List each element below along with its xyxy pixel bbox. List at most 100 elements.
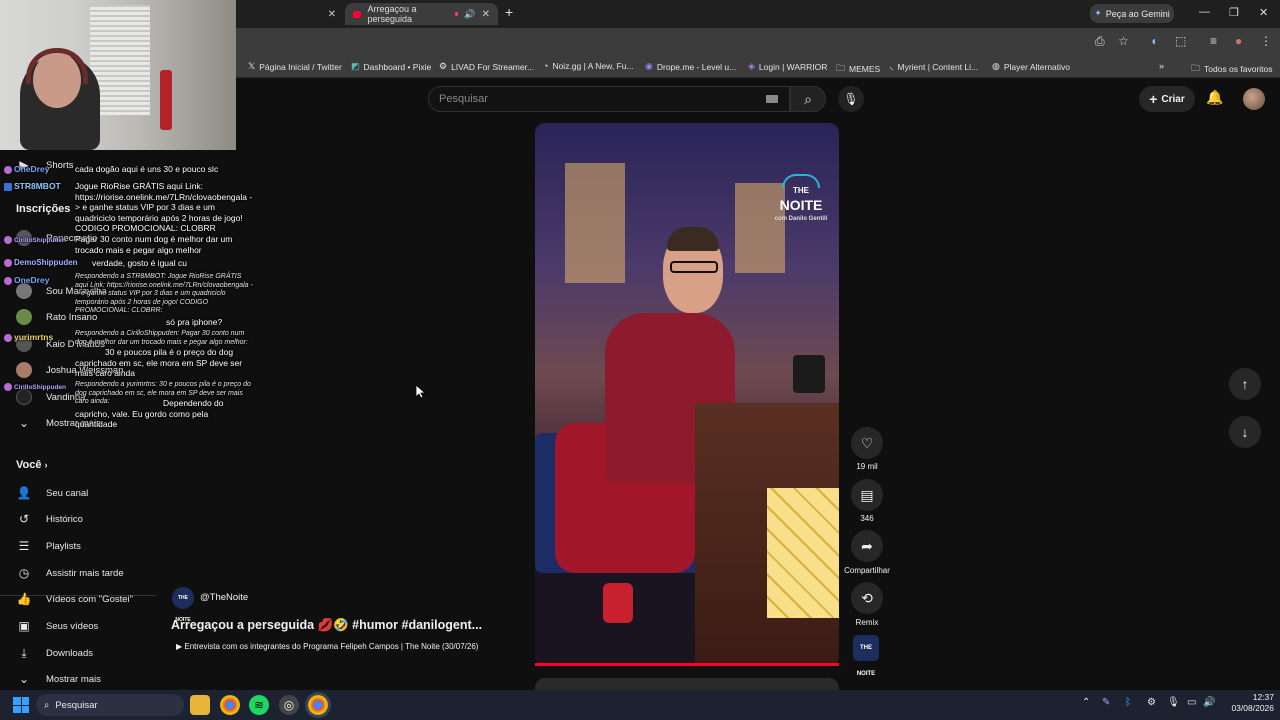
pen-icon[interactable]: ✎: [1102, 697, 1110, 708]
windows-start-icon[interactable]: [13, 697, 29, 713]
search-input[interactable]: Pesquisar: [428, 86, 790, 112]
video-title[interactable]: Arregaçou a perseguida 💋🤣 #humor #danilo…: [171, 618, 482, 633]
livad-icon: ⚙: [439, 61, 448, 71]
previous-short-button[interactable]: ↑: [1229, 368, 1261, 400]
close-window-icon[interactable]: ✕: [1259, 6, 1268, 19]
sidebar-item-liked-videos[interactable]: 👍 Vídeos com "Gostei": [16, 592, 134, 606]
taskbar-clock[interactable]: 12:37 03/08/2026: [1222, 692, 1274, 714]
steam-icon[interactable]: ⚙: [1147, 697, 1156, 708]
bot-badge-icon: [4, 182, 12, 191]
bookmark-item[interactable]: ⚙ LIVAD For Streamer...: [439, 61, 534, 72]
speaker-icon[interactable]: 🔊: [464, 9, 475, 20]
tab-title: Arregaçou a perseguida: [367, 4, 417, 24]
video-progress-bar[interactable]: [535, 663, 839, 666]
chevron-right-icon: ›: [44, 460, 48, 470]
create-button[interactable]: + Criar: [1139, 86, 1195, 112]
notifications-bell-icon[interactable]: 🔔: [1206, 89, 1223, 106]
taskbar-search-label: Pesquisar: [55, 699, 98, 711]
chat-reply-context: Respondendo a CirilloShippuden: Pagar 30…: [75, 330, 248, 346]
the-noite-logo: THE NOITE com Danilo Gentili: [770, 176, 832, 226]
network-icon[interactable]: ▭: [1187, 697, 1196, 708]
sidebar-item-history[interactable]: ↺ Histórico: [16, 512, 83, 526]
chat-message: 30 e poucos pila é o preço do dog capric…: [75, 347, 243, 378]
media-control-icon[interactable]: ≡: [1210, 34, 1217, 48]
more-bookmarks-chevron-icon[interactable]: »: [1159, 61, 1164, 71]
next-short-preview[interactable]: [535, 678, 839, 690]
arrow-up-icon: ↑: [1241, 376, 1249, 392]
sidebar-item-watch-later[interactable]: ◷ Assistir mais tarde: [16, 566, 124, 580]
file-explorer-icon[interactable]: [190, 695, 210, 715]
bookmark-item[interactable]: ◍ Player Alternativo: [992, 61, 1070, 72]
restore-icon[interactable]: ❐: [1229, 6, 1239, 19]
voice-search-button[interactable]: 🎙: [838, 86, 864, 112]
heart-icon: ♡: [860, 435, 874, 451]
bookmark-item[interactable]: 𝕏 Página Inicial / Twitter: [248, 61, 342, 72]
minimize-icon[interactable]: —: [1199, 6, 1210, 18]
related-video-link[interactable]: ▶ Entrevista com os integrantes do Progr…: [176, 642, 478, 651]
x-icon: 𝕏: [248, 61, 256, 71]
desk-light-panel: [767, 488, 839, 618]
browser-tab[interactable]: ✕: [236, 3, 344, 25]
bookmark-item[interactable]: ◈ Login | WARRIOR: [748, 61, 827, 72]
close-tab-icon[interactable]: ✕: [328, 9, 336, 20]
chrome-active-icon[interactable]: [308, 695, 328, 715]
host-glasses: [670, 261, 718, 273]
you-header[interactable]: Você ›: [16, 459, 48, 471]
chat-message: só pra iphone?: [166, 317, 223, 327]
volume-icon[interactable]: 🔊: [1203, 697, 1215, 708]
bookmark-item[interactable]: ◩ Dashboard • Pixie: [351, 61, 431, 72]
extension-icon[interactable]: ◖: [1150, 34, 1157, 48]
bookmark-item[interactable]: ◉ Drope.me - Level u...: [645, 61, 736, 72]
badge-icon: [4, 333, 12, 342]
share-button[interactable]: ➦: [851, 530, 883, 562]
next-short-button[interactable]: ↓: [1229, 416, 1261, 448]
keyboard-icon[interactable]: [766, 95, 778, 103]
search-button[interactable]: ⌕: [790, 86, 826, 112]
obs-icon[interactable]: ◎: [279, 695, 299, 715]
bookmark-item[interactable]: ◔ Noiz.gg | A New, Fu...: [543, 61, 634, 71]
browser-tab-active[interactable]: Arregaçou a perseguida 🔊 ✕: [345, 3, 498, 25]
clock-icon: ◷: [18, 566, 30, 580]
channel-avatar[interactable]: THE NOITE: [172, 587, 194, 623]
tray-chevron-icon[interactable]: ⌃: [1082, 697, 1090, 708]
chat-username: CirilloShippuden: [4, 236, 66, 247]
all-favorites-folder[interactable]: 🗀 Todos os favoritos: [1191, 61, 1273, 77]
channel-name[interactable]: @TheNoite: [200, 592, 248, 603]
puzzle-icon[interactable]: ⬚: [1175, 34, 1186, 48]
bluetooth-icon[interactable]: ᛒ: [1125, 697, 1131, 708]
like-button[interactable]: ♡: [851, 427, 883, 459]
bookmark-star-icon[interactable]: ☆: [1118, 34, 1129, 48]
new-tab-button[interactable]: +: [505, 4, 513, 20]
chat-message: verdade, gosto é igual cu: [92, 258, 187, 268]
ask-gemini-button[interactable]: ✦ Peça ao Gemini: [1090, 4, 1174, 23]
sidebar-item-downloads[interactable]: ⤓ Downloads: [16, 646, 93, 661]
install-app-icon[interactable]: ⎙: [1095, 34, 1105, 49]
comments-button[interactable]: ▤: [851, 479, 883, 511]
menu-kebab-icon[interactable]: ⋮: [1260, 34, 1272, 48]
channel-avatar: [16, 309, 32, 325]
sidebar-item-your-videos[interactable]: ▣ Seus vídeos: [16, 619, 98, 633]
logo-small-text: com Danilo Gentili: [774, 216, 828, 222]
folder-icon: 🗀: [1191, 63, 1201, 73]
channel-thumbnail[interactable]: THE NOITE: [853, 635, 879, 677]
mic-tray-icon[interactable]: 🎙: [1167, 697, 1180, 708]
chrome-icon[interactable]: [220, 695, 240, 715]
gemini-icon: ✦: [1094, 8, 1102, 18]
dashboard-icon: ◩: [351, 61, 360, 71]
bookmark-item[interactable]: ◟ Myrient | Content Li...: [890, 61, 978, 72]
profile-icon[interactable]: ●: [1235, 34, 1242, 48]
remix-button[interactable]: ⟲: [851, 582, 883, 614]
host-hair: [667, 227, 719, 251]
spotify-icon[interactable]: ≋: [249, 695, 269, 715]
myrient-icon: ◟: [890, 61, 894, 71]
chat-message: Pagar 30 conto num dog é melhor dar um t…: [75, 234, 233, 255]
close-tab-icon[interactable]: ✕: [482, 9, 490, 20]
share-label: Compartilhar: [844, 566, 890, 575]
sidebar-item-your-channel[interactable]: 👤 Seu canal: [16, 486, 89, 500]
sidebar-show-more[interactable]: ⌄ Mostrar mais: [16, 672, 101, 686]
taskbar-search[interactable]: ⌕ Pesquisar: [36, 694, 184, 716]
clock-time: 12:37: [1252, 692, 1274, 702]
avatar[interactable]: [1243, 88, 1265, 110]
bookmark-folder[interactable]: 🗀 MEMES: [836, 61, 880, 77]
sidebar-item-playlists[interactable]: ☰ Playlists: [16, 539, 81, 553]
